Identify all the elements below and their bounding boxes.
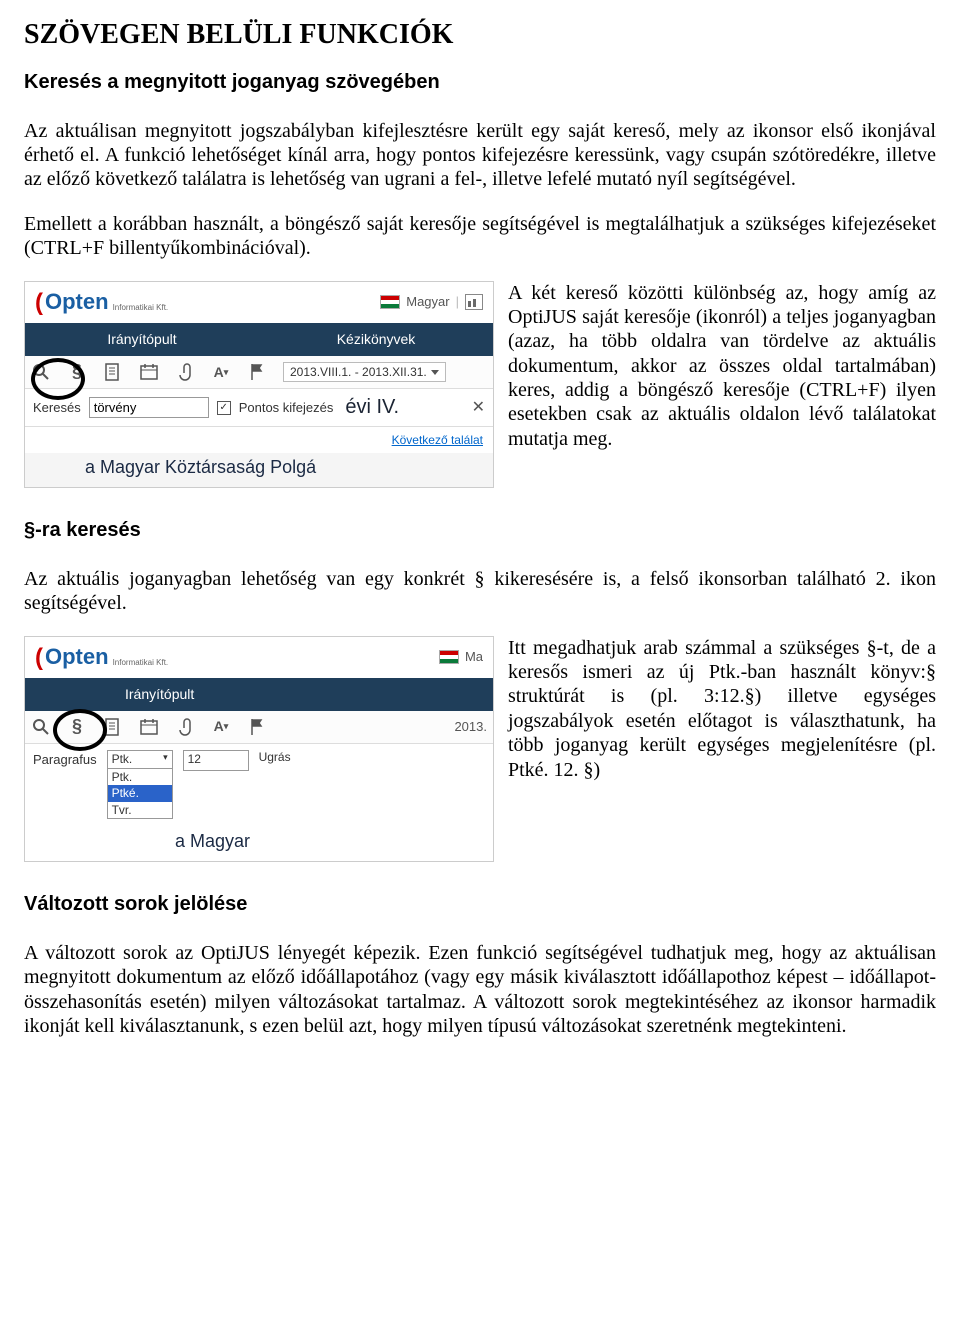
- aside-search-diff: A két kereső közötti különbség az, hogy …: [508, 281, 936, 489]
- page-title: SZÖVEGEN BELÜLI FUNKCIÓK: [24, 18, 936, 52]
- title-fragment: évi IV.: [341, 395, 399, 419]
- font-icon[interactable]: A▾: [211, 362, 231, 382]
- paragraph-number-input[interactable]: 12: [183, 750, 249, 771]
- nav-iranyitopult[interactable]: Irányítópult: [25, 686, 493, 703]
- opten-logo: (Opten: [35, 288, 109, 317]
- flag-icon[interactable]: [247, 362, 267, 382]
- paragraph-label: Paragrafus: [33, 750, 97, 768]
- calendar-icon[interactable]: [139, 717, 159, 737]
- section-heading-changed: Változott sorok jelölése: [24, 892, 936, 916]
- section-icon[interactable]: §: [67, 362, 87, 382]
- para-sec2-1: Az aktuális joganyagban lehetőség van eg…: [24, 567, 936, 616]
- select-option[interactable]: Ptk.: [108, 769, 172, 786]
- opten-logo-sub: Informatikai Kft.: [113, 658, 169, 668]
- clip-icon[interactable]: [175, 362, 195, 382]
- font-icon[interactable]: A▾: [211, 717, 231, 737]
- exact-phrase-checkbox[interactable]: ✓: [217, 401, 231, 415]
- document-icon[interactable]: [103, 717, 123, 737]
- screenshot-b: (Opten Informatikai Kft. Ma Irányítópult…: [24, 636, 494, 863]
- select-option[interactable]: Tvr.: [108, 802, 172, 819]
- aside-para-search: Itt megadhatjuk arab számmal a szükséges…: [508, 636, 936, 863]
- nav-kezikonyvek[interactable]: Kézikönyvek: [259, 323, 493, 356]
- flag-hu-icon: [380, 295, 400, 309]
- date-fragment: 2013.: [454, 719, 487, 735]
- next-hit-link[interactable]: Következő találat: [35, 433, 483, 448]
- select-option[interactable]: Ptké.: [108, 785, 172, 802]
- prefix-select[interactable]: Ptk.▾ Ptk. Ptké. Tvr.: [107, 750, 173, 820]
- exact-phrase-label: Pontos kifejezés: [239, 400, 334, 416]
- nav-iranyitopult[interactable]: Irányítópult: [25, 323, 259, 356]
- calendar-icon[interactable]: [139, 362, 159, 382]
- para-intro-1: Az aktuálisan megnyitott jogszabályban k…: [24, 119, 936, 192]
- section-heading-search: Keresés a megnyitott joganyag szövegében: [24, 70, 936, 94]
- result-fragment: a Magyar: [25, 825, 493, 861]
- document-icon[interactable]: [103, 362, 123, 382]
- search-icon[interactable]: [31, 362, 51, 382]
- date-range-select[interactable]: 2013.VIII.1. - 2013.XII.31.: [283, 362, 446, 383]
- language-fragment: Ma: [465, 649, 483, 665]
- result-fragment: a Magyar Köztársaság Polgá: [25, 453, 493, 487]
- flag-icon[interactable]: [247, 717, 267, 737]
- search-input[interactable]: [89, 397, 209, 418]
- jump-button[interactable]: Ugrás: [259, 750, 291, 765]
- para-sec3-1: A változott sorok az OptiJUS lényegét ké…: [24, 941, 936, 1039]
- stats-icon[interactable]: [465, 294, 483, 310]
- language-selector[interactable]: Magyar: [406, 294, 449, 310]
- section-icon[interactable]: §: [67, 717, 87, 737]
- search-icon[interactable]: [31, 717, 51, 737]
- flag-hu-icon: [439, 650, 459, 664]
- screenshot-a: (Opten Informatikai Kft. Magyar | Irányí…: [24, 281, 494, 489]
- clip-icon[interactable]: [175, 717, 195, 737]
- close-icon[interactable]: ✕: [472, 398, 485, 418]
- section-heading-para: §-ra keresés: [24, 518, 936, 542]
- para-intro-2: Emellett a korábban használt, a böngésző…: [24, 212, 936, 261]
- search-field-label: Keresés: [33, 400, 81, 416]
- opten-logo-sub: Informatikai Kft.: [113, 303, 169, 313]
- opten-logo: (Opten: [35, 643, 109, 672]
